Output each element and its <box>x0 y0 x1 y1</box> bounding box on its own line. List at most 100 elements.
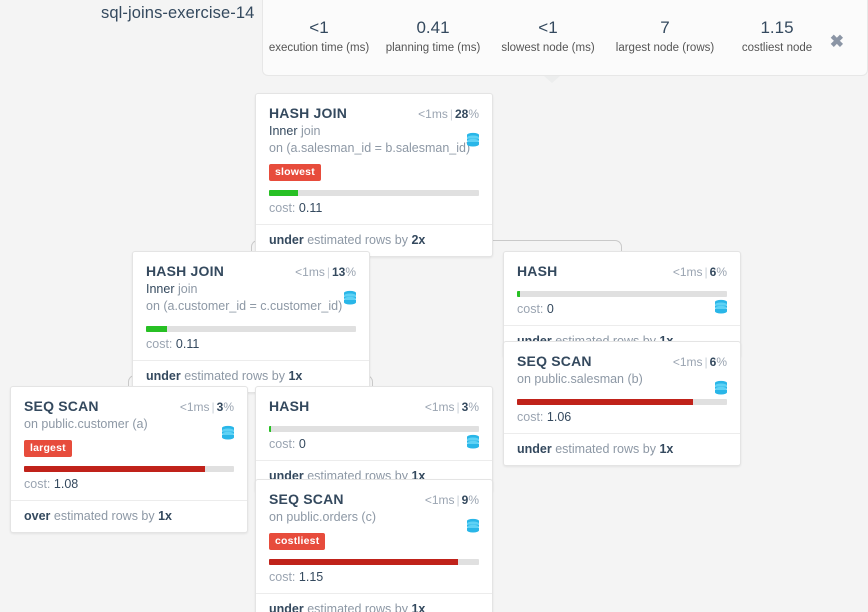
stat-costliest-node: 1.15 costliest node <box>725 18 829 56</box>
node-time: <1ms <box>672 265 703 279</box>
node-type-label: SEQ SCAN <box>269 491 344 507</box>
estimate-text: estimated rows by <box>184 369 285 383</box>
plan-node-seq-scan-salesman[interactable]: SEQ SCAN <1ms | 6% on public.salesman (b) … <box>503 341 741 466</box>
node-type-label: HASH JOIN <box>146 263 225 279</box>
estimate-text: estimated rows by <box>307 602 408 612</box>
node-bar-wrap <box>504 388 740 405</box>
stat-label: costliest node <box>741 42 813 54</box>
plan-node-hash-join-top[interactable]: HASH JOIN <1ms | 28% Inner join on (a.sale… <box>255 93 493 257</box>
cost-value: 0.11 <box>298 201 323 215</box>
database-icon[interactable] <box>342 290 358 306</box>
node-bar-wrap <box>256 550 492 565</box>
node-type-label: HASH <box>269 398 310 414</box>
node-time: <1ms <box>424 400 455 414</box>
node-header: HASH <1ms | 3% <box>256 387 492 416</box>
node-metrics: <1ms | 6% <box>672 265 727 279</box>
node-header: SEQ SCAN <1ms | 6% <box>504 342 740 371</box>
stat-label: slowest node (ms) <box>501 42 595 54</box>
cost-label: cost: <box>517 410 544 424</box>
close-icon[interactable]: ✖ <box>830 33 844 50</box>
node-percent-symbol: % <box>345 265 356 279</box>
node-metrics: <1ms | 6% <box>672 355 727 369</box>
estimate-direction: under <box>269 233 304 247</box>
node-subtitle-2: on (a.salesman_id = b.salesman_id) <box>269 141 471 155</box>
stat-value: <1 <box>538 18 558 37</box>
node-cost: cost: 0 <box>504 297 740 325</box>
stat-label: largest node (rows) <box>615 42 715 54</box>
estimate-direction: under <box>146 369 181 383</box>
cost-value: 1.06 <box>546 410 572 424</box>
database-icon[interactable] <box>465 434 481 450</box>
database-icon[interactable] <box>713 299 729 315</box>
node-cost: cost: 1.08 <box>11 472 247 500</box>
node-metrics: <1ms | 3% <box>179 400 234 414</box>
node-metrics: <1ms | 13% <box>295 265 356 279</box>
cost-label: cost: <box>269 437 296 451</box>
panel-notch-icon <box>544 76 560 83</box>
node-subtitle-1: Inner join <box>269 123 479 140</box>
node-type-label: HASH <box>517 263 558 279</box>
node-time: <1ms <box>672 355 703 369</box>
node-type-label: HASH JOIN <box>269 105 348 121</box>
cost-value: 1.08 <box>53 477 79 491</box>
cost-value: 0 <box>298 437 306 451</box>
node-footer: under estimated rows by 1x <box>504 433 740 465</box>
node-header: HASH JOIN <1ms | 28% <box>256 94 492 123</box>
node-metrics: <1ms | 28% <box>418 107 479 121</box>
join-word: join <box>177 282 198 296</box>
node-bar-wrap <box>504 281 740 297</box>
node-subtitle-1: on public.customer (a) <box>24 417 148 431</box>
join-kind: Inner <box>146 282 175 296</box>
cost-label: cost: <box>517 302 544 316</box>
estimate-factor: 1x <box>411 602 426 612</box>
database-icon[interactable] <box>713 380 729 396</box>
estimate-direction: under <box>517 442 552 456</box>
node-subtitle-1: on public.orders (c) <box>269 510 376 524</box>
cost-label: cost: <box>24 477 51 491</box>
node-time: <1ms <box>418 107 448 121</box>
node-subtitle-2: on (a.customer_id = c.customer_id) <box>146 299 343 313</box>
stat-value: <1 <box>309 18 329 37</box>
node-tags: costliest <box>256 526 492 550</box>
node-body: on public.salesman (b) <box>504 371 740 395</box>
plan-title-row: sql-joins-exercise-14 <box>101 4 278 23</box>
node-bar-wrap <box>11 457 247 472</box>
database-icon[interactable] <box>465 132 481 148</box>
node-percent-symbol: % <box>468 107 479 121</box>
node-percent: 28 <box>454 107 469 121</box>
summary-stats-list: <1 execution time (ms) 0.41 planning tim… <box>263 0 829 56</box>
plan-node-hash-join-second[interactable]: HASH JOIN <1ms | 13% Inner join on (a.cust… <box>132 251 370 393</box>
node-percent-symbol: % <box>468 400 479 414</box>
database-icon[interactable] <box>465 518 481 534</box>
node-cost: cost: 0 <box>256 432 492 460</box>
cost-value: 0 <box>546 302 554 316</box>
estimate-factor: 1x <box>158 509 173 523</box>
stat-value: 0.41 <box>416 18 450 37</box>
estimate-text: estimated rows by <box>307 233 408 247</box>
node-bar-wrap <box>256 181 492 196</box>
node-time: <1ms <box>424 493 455 507</box>
node-body: on public.customer (a) <box>11 416 247 440</box>
cost-label: cost: <box>146 337 173 351</box>
node-metrics: <1ms | 9% <box>424 493 479 507</box>
node-header: HASH <1ms | 6% <box>504 252 740 281</box>
stat-largest-node: 7 largest node (rows) <box>605 18 725 56</box>
node-cost: cost: 0.11 <box>133 332 369 360</box>
status-badge: costliest <box>269 533 326 550</box>
node-body: Inner join on (a.salesman_id = b.salesma… <box>256 123 492 157</box>
stat-planning-time: 0.41 planning time (ms) <box>375 18 491 56</box>
node-header: SEQ SCAN <1ms | 9% <box>256 480 492 509</box>
cost-label: cost: <box>269 570 296 584</box>
node-subtitle-1: Inner join <box>146 281 356 298</box>
node-percent-symbol: % <box>716 265 727 279</box>
cost-value: 1.15 <box>298 570 324 584</box>
plan-node-hash-middle[interactable]: HASH <1ms | 3% cost: 0 under estimated row… <box>255 386 493 493</box>
estimate-text: estimated rows by <box>555 442 656 456</box>
plan-node-seq-scan-customer[interactable]: SEQ SCAN <1ms | 3% on public.customer (a) … <box>10 386 248 533</box>
join-kind: Inner <box>269 124 298 138</box>
node-body: on public.orders (c) <box>256 509 492 533</box>
page-title: sql-joins-exercise-14 <box>101 4 255 22</box>
plan-node-seq-scan-orders[interactable]: SEQ SCAN <1ms | 9% on public.orders (c) co… <box>255 479 493 612</box>
database-icon[interactable] <box>220 425 236 441</box>
join-word: join <box>300 124 321 138</box>
